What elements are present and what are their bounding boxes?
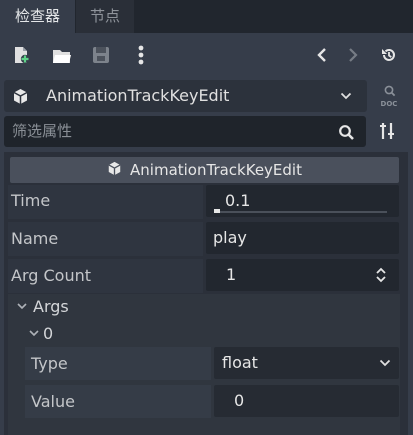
arg-item-label[interactable]: 0 bbox=[43, 324, 53, 343]
object-cube-icon bbox=[107, 161, 122, 180]
name-label: Name bbox=[11, 229, 59, 248]
tab-inspector[interactable]: 检查器 bbox=[0, 0, 75, 33]
time-slider-track bbox=[214, 211, 387, 213]
type-value: float bbox=[222, 353, 258, 372]
tab-node[interactable]: 节点 bbox=[76, 0, 134, 33]
history-icon[interactable] bbox=[378, 44, 400, 66]
open-folder-icon[interactable] bbox=[50, 44, 74, 66]
time-slider-grabber[interactable] bbox=[214, 209, 220, 213]
name-value: play bbox=[213, 228, 247, 247]
doc-icon[interactable]: DOC bbox=[374, 80, 404, 112]
dock-tab-bar: 检查器 节点 bbox=[0, 0, 413, 33]
filter-properties-input[interactable]: 筛选属性 bbox=[4, 116, 366, 147]
back-icon[interactable] bbox=[313, 44, 331, 66]
save-icon[interactable] bbox=[90, 44, 112, 66]
tools-icon[interactable] bbox=[374, 118, 400, 144]
new-resource-icon[interactable] bbox=[10, 44, 32, 66]
spinner-icon[interactable] bbox=[373, 266, 389, 284]
time-label: Time bbox=[11, 191, 51, 210]
search-icon bbox=[336, 122, 356, 142]
section-header[interactable]: AnimationTrackKeyEdit bbox=[10, 157, 399, 183]
dropdown-arrow-icon bbox=[338, 88, 354, 104]
arg-count-label: Arg Count bbox=[11, 266, 91, 285]
value-field[interactable]: 0 bbox=[214, 385, 399, 417]
more-options-icon[interactable] bbox=[132, 43, 150, 67]
forward-icon[interactable] bbox=[344, 44, 362, 66]
arg-count-spinbox[interactable]: 1 bbox=[206, 259, 399, 291]
svg-text:DOC: DOC bbox=[381, 100, 398, 108]
object-selector[interactable]: AnimationTrackKeyEdit bbox=[4, 80, 367, 112]
collapse-arrow-icon[interactable] bbox=[27, 326, 41, 340]
collapse-arrow-icon[interactable] bbox=[15, 299, 29, 313]
type-label: Type bbox=[31, 354, 68, 373]
dropdown-arrow-icon bbox=[377, 355, 393, 371]
type-dropdown[interactable]: float bbox=[214, 347, 399, 379]
name-field[interactable]: play bbox=[206, 222, 399, 254]
filter-placeholder: 筛选属性 bbox=[12, 122, 73, 140]
object-name: AnimationTrackKeyEdit bbox=[46, 86, 230, 105]
section-title: AnimationTrackKeyEdit bbox=[130, 161, 302, 179]
time-slider-field[interactable]: 0.1 bbox=[206, 185, 399, 217]
value-label: Value bbox=[31, 392, 75, 411]
object-cube-icon bbox=[10, 86, 30, 106]
value-value: 0 bbox=[234, 391, 245, 410]
args-label[interactable]: Args bbox=[33, 297, 69, 316]
arg-count-value: 1 bbox=[226, 265, 237, 284]
